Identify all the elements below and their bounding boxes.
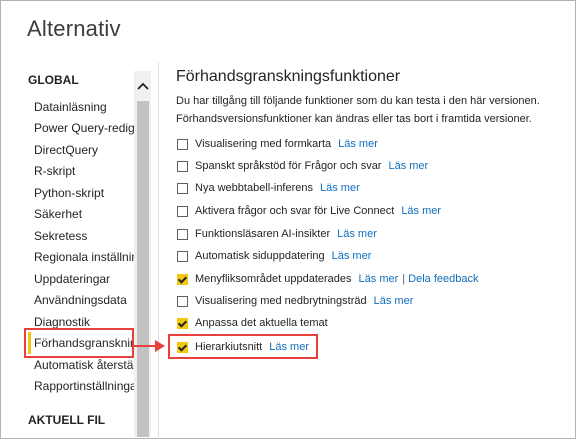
option-row: Menyfliksområdet uppdaterades Läs mer | … [177, 271, 478, 287]
option-row: Visualisering med nedbrytningsträd Läs m… [177, 293, 413, 309]
option-checkbox[interactable] [177, 138, 188, 150]
option-row: Aktivera frågor och svar för Live Connec… [177, 203, 441, 219]
option-checkbox[interactable] [177, 295, 188, 307]
learn-more-link[interactable]: Läs mer [388, 160, 428, 172]
sidebar-item-regionala[interactable]: Regionala inställningar [34, 247, 134, 268]
highlight-box-option [168, 334, 318, 359]
feedback-link[interactable]: Dela feedback [408, 273, 478, 285]
option-checkbox[interactable] [177, 160, 188, 172]
option-label: Nya webbtabell-inferens [195, 182, 314, 194]
option-row: Nya webbtabell-inferens Läs mer [177, 180, 360, 196]
learn-more-link[interactable]: Läs mer [337, 228, 377, 240]
option-checkbox[interactable] [177, 317, 188, 329]
learn-more-link[interactable]: Läs mer [338, 138, 378, 150]
learn-more-link[interactable]: Läs mer [374, 295, 414, 307]
option-checkbox[interactable] [177, 228, 188, 240]
option-row: Automatisk siduppdatering Läs mer [177, 248, 371, 264]
option-label: Visualisering med nedbrytningsträd [195, 295, 367, 307]
option-label: Visualisering med formkarta [195, 138, 332, 150]
description-line-2: Förhandsversionsfunktioner kan ändras el… [176, 113, 532, 125]
sidebar-item-rapportinstallningar[interactable]: Rapportinställningar [34, 376, 134, 397]
callout-arrow-shaft [134, 345, 156, 347]
option-label: Funktionsläsaren AI-insikter [195, 228, 331, 240]
option-label: Spanskt språkstöd för Frågor och svar [195, 160, 382, 172]
option-label: Aktivera frågor och svar för Live Connec… [195, 205, 395, 217]
learn-more-link[interactable]: Läs mer [401, 205, 441, 217]
learn-more-link[interactable]: Läs mer [359, 273, 399, 285]
dialog-title: Alternativ [27, 16, 121, 41]
description-line-1: Du har tillgång till följande funktioner… [176, 95, 540, 107]
scrollbar-thumb[interactable] [137, 101, 149, 437]
sidebar-item-sakerhet[interactable]: Säkerhet [34, 204, 134, 225]
option-label: Anpassa det aktuella temat [195, 317, 328, 329]
option-checkbox[interactable] [177, 273, 188, 285]
sidebar-item-sekretess[interactable]: Sekretess [34, 226, 134, 247]
sidebar-item-anvandningsdata[interactable]: Användningsdata [34, 290, 134, 311]
option-label: Menyfliksområdet uppdaterades [195, 273, 352, 285]
sidebar-item-r-skript[interactable]: R-skript [34, 161, 134, 182]
option-row: Visualisering med formkarta Läs mer [177, 136, 378, 152]
chevron-up-icon [136, 82, 149, 90]
sidebar-item-power-query[interactable]: Power Query-redigeraren [34, 118, 134, 139]
option-label: Automatisk siduppdatering [195, 250, 325, 262]
sidebar-item-python-skript[interactable]: Python-skript [34, 183, 134, 204]
option-row: Spanskt språkstöd för Frågor och svar Lä… [177, 158, 428, 174]
link-separator: | [402, 273, 406, 285]
sidebar-item-directquery[interactable]: DirectQuery [34, 140, 134, 161]
option-checkbox[interactable] [177, 205, 188, 217]
sidebar-heading-current-file: AKTUELL FIL [28, 413, 106, 427]
option-row: Anpassa det aktuella temat [177, 315, 328, 331]
learn-more-link[interactable]: Läs mer [332, 250, 372, 262]
sidebar-item-datainlasning[interactable]: Datainläsning [34, 97, 134, 118]
sidebar-heading-global: GLOBAL [28, 73, 79, 87]
option-checkbox[interactable] [177, 182, 188, 194]
option-checkbox[interactable] [177, 250, 188, 262]
page-title: Förhandsgranskningsfunktioner [176, 68, 401, 85]
sidebar-item-automatisk-aterstallning[interactable]: Automatisk återställning [34, 355, 134, 376]
scroll-up-button[interactable] [134, 71, 151, 101]
sidebar-item-uppdateringar[interactable]: Uppdateringar [34, 269, 134, 290]
pane-divider [158, 62, 159, 439]
highlight-box-sidebar [24, 328, 134, 358]
callout-arrow-icon [155, 340, 165, 352]
learn-more-link[interactable]: Läs mer [320, 182, 360, 194]
option-row: Funktionsläsaren AI-insikter Läs mer [177, 226, 377, 242]
